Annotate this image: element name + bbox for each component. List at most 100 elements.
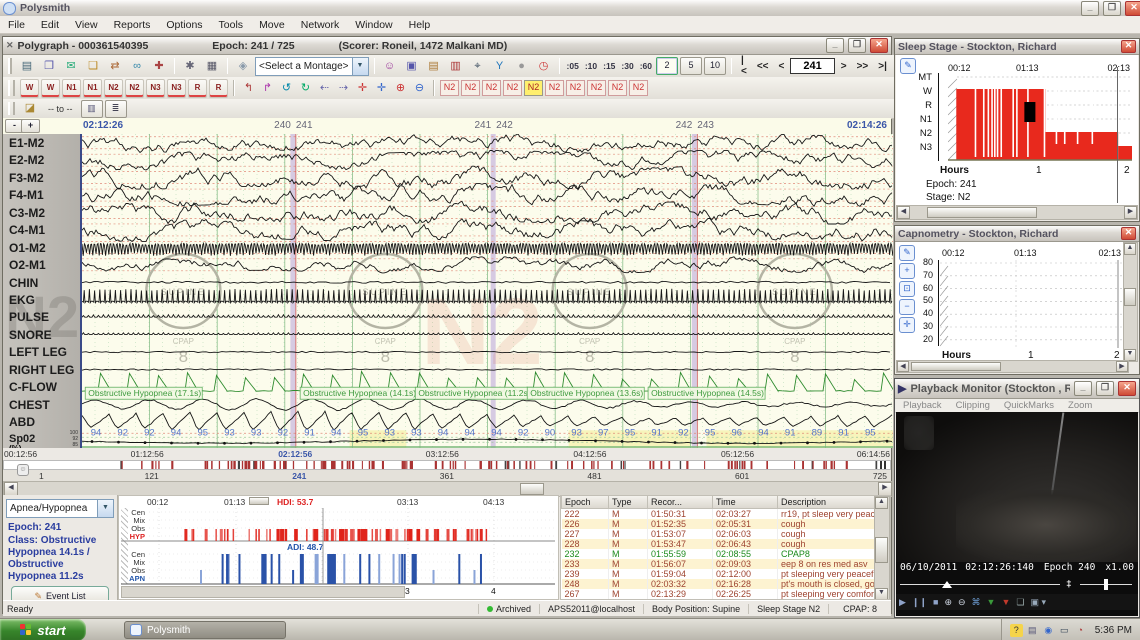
sleep-stage-close-button[interactable]: ✕ (1121, 40, 1136, 53)
table-row[interactable]: 232M01:55:5902:08:55CPAP8 (562, 549, 892, 559)
stage-key-w-1[interactable]: W (41, 79, 60, 98)
playback-titlebar[interactable]: ▶ Playback Monitor (Stockton , Richard) … (895, 379, 1139, 399)
event-table-scrollbar[interactable]: ▲ ▼ (874, 496, 890, 600)
stage-key-n3-7[interactable]: N3 (167, 79, 186, 98)
interval-60[interactable]: :60 (638, 61, 654, 71)
menu-options[interactable]: Options (158, 17, 210, 33)
camera-icon[interactable]: ▣ ▾ (1030, 597, 1046, 608)
sleep-stage-titlebar[interactable]: Sleep Stage - Stockton, Richard ✕ (895, 39, 1139, 55)
epoch-input[interactable]: 241 (790, 58, 834, 74)
nav-fwd-2[interactable]: >| (874, 61, 891, 72)
scroll-thumb[interactable] (1124, 288, 1136, 306)
fit-icon[interactable]: ⊡ (899, 281, 915, 297)
table-row[interactable]: 228M01:53:4702:06:43cough (562, 539, 892, 549)
epoch-stage-badge-0[interactable]: N2 (440, 80, 459, 96)
add-red-icon[interactable]: ✛ (354, 80, 371, 97)
capnometry-titlebar[interactable]: Capnometry - Stockton, Richard ✕ (895, 226, 1139, 242)
column-time[interactable]: Time (713, 496, 778, 509)
playback-menu-clipping[interactable]: Clipping (956, 400, 990, 411)
epoch-stage-badge-4[interactable]: N2 (524, 80, 543, 96)
nav-back-1[interactable]: << (753, 61, 773, 72)
menu-file[interactable]: File (0, 17, 33, 33)
epoch-stage-badge-2[interactable]: N2 (482, 80, 501, 96)
playback-minimize-button[interactable]: _ (1074, 381, 1092, 396)
capnometry-vscrollbar[interactable]: ▲ ▼ (1123, 242, 1138, 362)
polygraph-close-button[interactable]: ✕ (870, 38, 888, 53)
link-icon[interactable]: ∞ (127, 57, 147, 76)
event-table[interactable]: EpochTypeRecor...TimeDescription222M01:5… (561, 496, 891, 599)
nav-fwd-1[interactable]: >> (853, 61, 873, 72)
pause-icon[interactable]: ❙❙ (912, 597, 927, 608)
network-icon[interactable]: ◉ (1042, 624, 1055, 637)
diamond-icon[interactable]: ◈ (233, 57, 253, 76)
strip-icon[interactable]: ▥ (446, 57, 466, 76)
scroll-up-button[interactable]: ▲ (1124, 243, 1136, 255)
page-size-10[interactable]: 10 (704, 57, 726, 75)
capnometry-hscrollbar[interactable]: ◀ ▶ (896, 360, 1129, 373)
stage-key-n1-3[interactable]: N1 (83, 79, 102, 98)
polygraph-maximize-button[interactable]: ❐ (848, 38, 866, 53)
jump-back-icon[interactable]: ↰ (240, 80, 257, 97)
zoom-out-icon[interactable]: ⊖ (958, 597, 966, 608)
playback-close-button[interactable]: ✕ (1118, 381, 1136, 396)
menu-move[interactable]: Move (251, 17, 293, 33)
stage-key-r-9[interactable]: R (209, 79, 228, 98)
menu-view[interactable]: View (67, 17, 106, 33)
table-row[interactable]: 267M02:13:2902:26:25pt sleeping very com… (562, 589, 892, 599)
patient-icon[interactable]: ☺ (380, 57, 400, 76)
epoch-stage-badge-7[interactable]: N2 (587, 80, 606, 96)
stop-icon[interactable]: ■ (933, 597, 938, 607)
scroll-thumb[interactable] (249, 497, 269, 505)
waveform-area[interactable]: N2SUPINECPAP8SUPINECPAP8SUPINECPAP8SUPIN… (80, 134, 893, 448)
seek-thumb[interactable] (942, 581, 952, 588)
scroll-thumb[interactable] (520, 483, 544, 495)
scroll-thumb[interactable] (911, 362, 1001, 371)
comments-icon[interactable]: ✉ (61, 57, 81, 76)
open-folder-icon[interactable]: ❏ (83, 57, 103, 76)
interval-15[interactable]: :15 (601, 61, 617, 71)
menu-network[interactable]: Network (293, 17, 348, 33)
record-icon[interactable]: ● (512, 57, 532, 76)
scroll-up-button[interactable]: ▲ (875, 497, 888, 509)
stage-key-n1-2[interactable]: N1 (62, 79, 81, 98)
nav-fwd-0[interactable]: > (837, 61, 851, 72)
o2-up-icon[interactable]: ⊕ (392, 80, 409, 97)
interval-10[interactable]: :10 (583, 61, 599, 71)
minimize-button[interactable]: _ (1081, 1, 1099, 16)
play-icon[interactable]: ▶ (899, 597, 906, 608)
notes-icon[interactable]: ▤ (424, 57, 444, 76)
seek-bar[interactable] (900, 584, 1060, 585)
network-play-icon[interactable]: ⌘ (972, 597, 981, 608)
zoom-in-icon[interactable]: ⊕ (944, 597, 952, 608)
epoch-stage-badge-9[interactable]: N2 (629, 80, 648, 96)
stage-key-n2-4[interactable]: N2 (104, 79, 123, 98)
sleep-stage-scrollbar[interactable]: ◀ ▶ (896, 205, 1138, 220)
epoch-stage-badge-1[interactable]: N2 (461, 80, 480, 96)
sync-icon[interactable]: ◔ (1074, 624, 1087, 637)
mark-out-icon[interactable]: ▼ (1001, 597, 1010, 607)
note-icon[interactable]: ✎ (899, 245, 915, 261)
stage-key-w-0[interactable]: W (20, 79, 39, 98)
scroll-left-button[interactable]: ◀ (4, 482, 18, 496)
scroll-left-button[interactable]: ◀ (897, 361, 909, 372)
table-row[interactable]: 248M02:03:3202:16:28pt's mouth is closed… (562, 579, 892, 589)
epoch-stage-badge-8[interactable]: N2 (608, 80, 627, 96)
zoom-out-icon[interactable]: − (899, 299, 915, 315)
table-row[interactable]: 222M01:50:3102:03:27rr19, pt sleep very … (562, 509, 892, 520)
frame-icon[interactable]: ❏ (1016, 597, 1024, 608)
playback-menu-playback[interactable]: Playback (903, 400, 942, 411)
restore-button[interactable]: ❐ (1103, 1, 1121, 16)
help-icon[interactable]: ? (1010, 624, 1023, 637)
prev-event-icon[interactable]: ⇠ (316, 80, 333, 97)
list-view-icon[interactable]: ≣ (105, 100, 127, 118)
table-row[interactable]: 227M01:53:0702:06:03cough (562, 529, 892, 539)
overview-event-strip[interactable] (3, 460, 891, 470)
nav-back-2[interactable]: < (775, 61, 789, 72)
taskbar-task-polysmith[interactable]: Polysmith (124, 621, 286, 639)
page-size-2[interactable]: 2 (656, 57, 678, 75)
table-row[interactable]: 226M01:52:3502:05:31cough (562, 519, 892, 529)
undo-icon[interactable]: ↺ (278, 80, 295, 97)
new-document-icon[interactable]: ▤ (17, 57, 37, 76)
interval-05[interactable]: :05 (565, 61, 581, 71)
print-icon[interactable]: ▦ (202, 57, 222, 76)
